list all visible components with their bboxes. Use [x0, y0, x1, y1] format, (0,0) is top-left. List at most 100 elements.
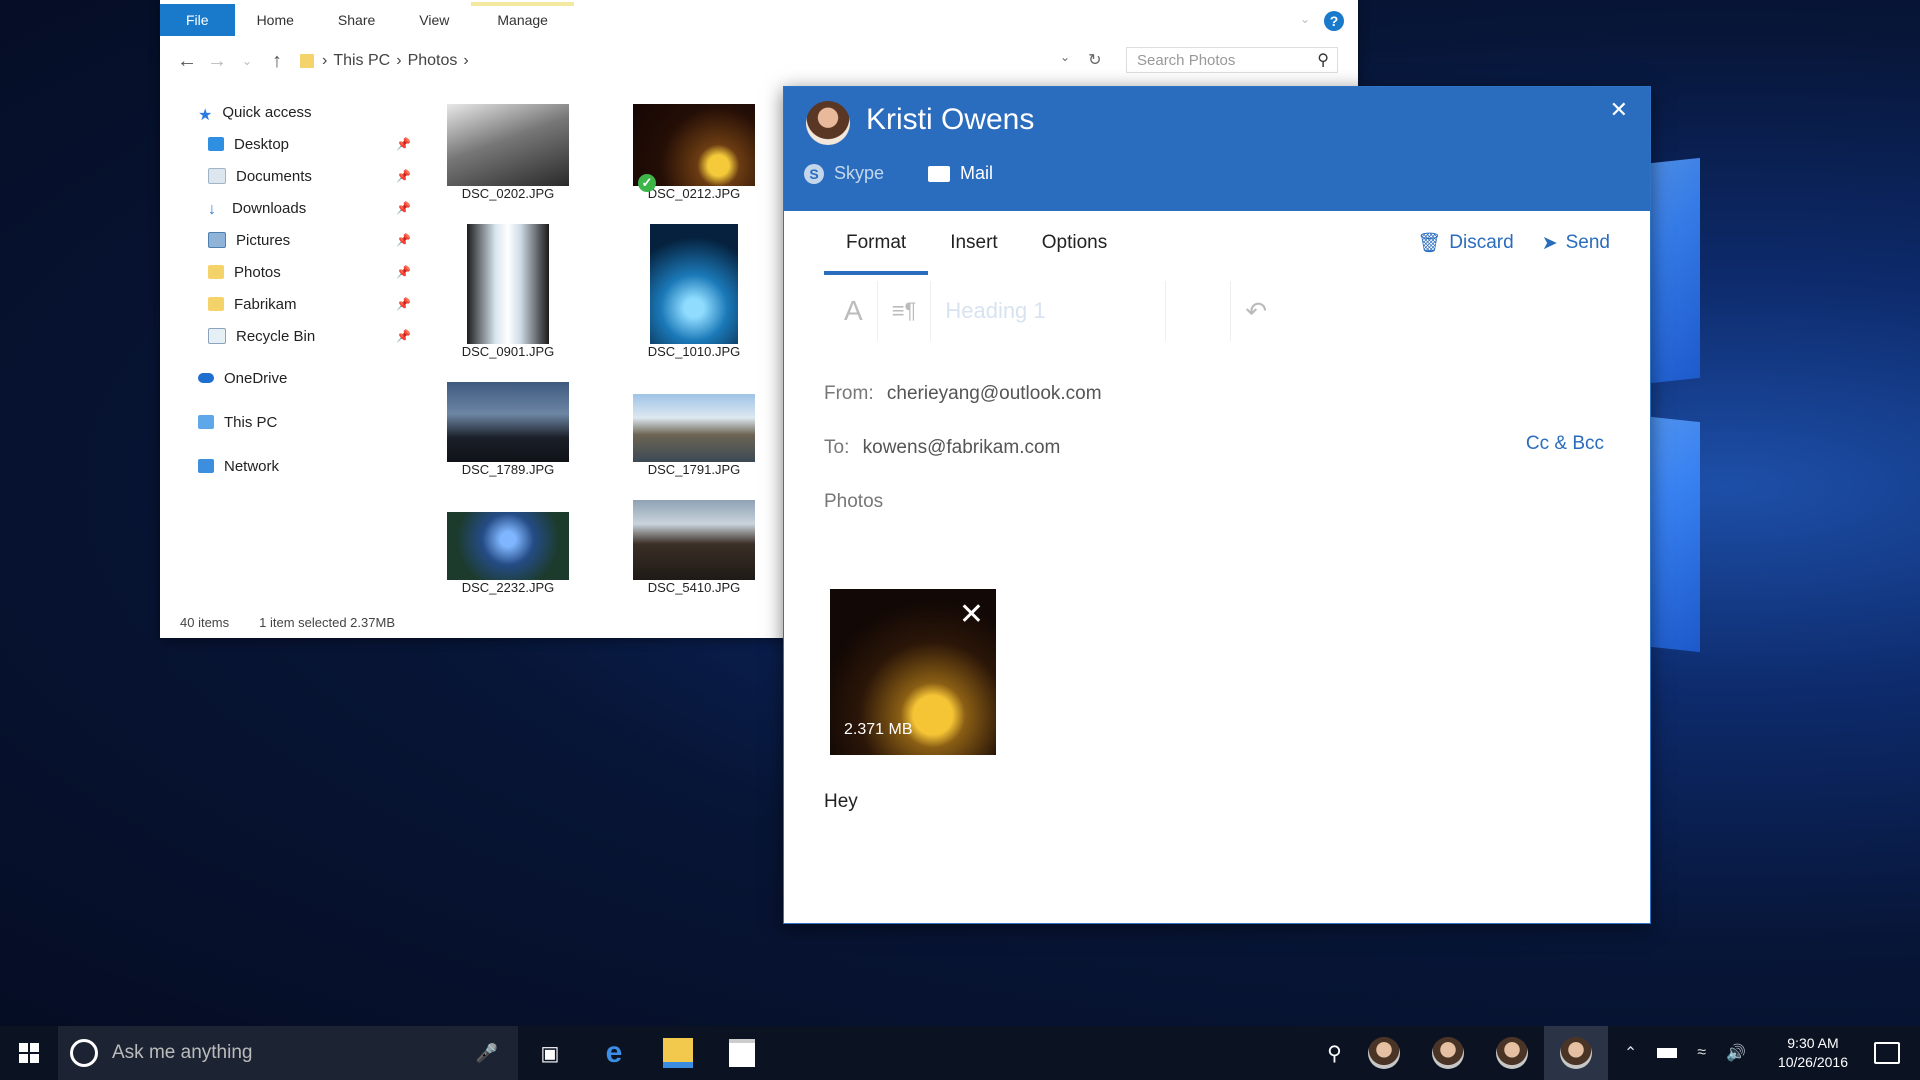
- avatar[interactable]: [1367, 1037, 1400, 1069]
- sidebar-item-fabrikam[interactable]: Fabrikam 📌: [160, 288, 420, 320]
- from-value[interactable]: cherieyang@outlook.com: [887, 383, 1102, 404]
- tab-manage[interactable]: Manage: [471, 2, 574, 38]
- sidebar-item-network[interactable]: Network: [160, 450, 420, 482]
- divider: [930, 281, 932, 341]
- remove-attachment-icon[interactable]: ✕: [959, 597, 984, 632]
- trash-icon: 🗑: [1417, 233, 1442, 254]
- tab-insert[interactable]: Insert: [928, 211, 1020, 275]
- windows-icon: [19, 1043, 39, 1063]
- file-explorer-icon[interactable]: [646, 1026, 710, 1080]
- avatar[interactable]: [1495, 1037, 1528, 1069]
- to-field: To: kowens@fabrikam.com: [824, 437, 1060, 459]
- send-button[interactable]: ➤ Send: [1542, 232, 1610, 255]
- clock[interactable]: 9:30 AM 10/26/2016: [1778, 1034, 1848, 1072]
- file-thumbnail[interactable]: DSC_2232.JPG: [428, 512, 588, 595]
- tab-view[interactable]: View: [397, 4, 471, 36]
- breadcrumb-sep-icon: ›: [322, 52, 328, 69]
- tab-file[interactable]: File: [160, 4, 235, 36]
- avatar: [806, 101, 850, 145]
- search-placeholder: Ask me anything: [112, 1042, 253, 1063]
- task-view-icon[interactable]: ▣: [518, 1026, 582, 1080]
- sidebar-item-documents[interactable]: Documents 📌: [160, 160, 420, 192]
- desktop-icon: [208, 137, 224, 151]
- sidebar-item-recycle-bin[interactable]: Recycle Bin 📌: [160, 320, 420, 352]
- paragraph-icon[interactable]: ≡¶: [892, 298, 917, 324]
- sidebar-item-label: Quick access: [222, 103, 312, 121]
- status-bar: 40 items 1 item selected 2.37MB: [180, 615, 395, 630]
- font-icon[interactable]: A: [844, 295, 863, 327]
- photo-image: [633, 500, 755, 580]
- file-thumbnail[interactable]: DSC_0202.JPG: [428, 104, 588, 201]
- sidebar-item-this-pc[interactable]: This PC: [160, 406, 420, 438]
- cc-bcc-button[interactable]: Cc & Bcc: [1526, 433, 1604, 455]
- avatar[interactable]: [1431, 1037, 1464, 1069]
- ribbon-expand-icon[interactable]: ⌄: [1300, 12, 1310, 26]
- undo-icon[interactable]: ↶: [1245, 296, 1267, 327]
- battery-icon[interactable]: [1657, 1048, 1678, 1058]
- close-icon[interactable]: ✕: [1610, 97, 1628, 123]
- forward-arrow-icon[interactable]: →: [202, 50, 232, 73]
- store-icon[interactable]: [710, 1026, 774, 1080]
- up-arrow-icon[interactable]: ↑: [262, 50, 292, 73]
- action-center-icon[interactable]: [1874, 1042, 1900, 1064]
- pin-icon[interactable]: 📌: [396, 201, 411, 215]
- microphone-icon[interactable]: 🎤: [476, 1043, 498, 1064]
- file-thumbnail[interactable]: ✓ DSC_0212.JPG: [614, 104, 774, 201]
- cloud-icon: [198, 373, 214, 383]
- tab-home[interactable]: Home: [235, 4, 316, 36]
- help-icon[interactable]: ?: [1324, 11, 1344, 31]
- pin-icon[interactable]: 📌: [396, 137, 411, 151]
- pin-icon[interactable]: 📌: [396, 329, 411, 343]
- heading-style-select[interactable]: Heading 1: [945, 298, 1135, 324]
- tab-skype[interactable]: S Skype: [804, 163, 884, 184]
- address-dropdown-icon[interactable]: ⌄: [1060, 50, 1070, 70]
- recent-dropdown-icon[interactable]: ⌄: [232, 54, 262, 68]
- pinned-contact-active[interactable]: [1543, 1026, 1608, 1080]
- sidebar-item-photos[interactable]: Photos 📌: [160, 256, 420, 288]
- tab-options[interactable]: Options: [1020, 211, 1129, 275]
- file-thumbnail[interactable]: DSC_0901.JPG: [428, 224, 588, 359]
- sidebar-item-desktop[interactable]: Desktop 📌: [160, 128, 420, 160]
- sidebar-item-downloads[interactable]: ↓ Downloads 📌: [160, 192, 420, 224]
- subject-field[interactable]: Photos: [824, 491, 883, 513]
- pin-icon[interactable]: 📌: [396, 297, 411, 311]
- message-body[interactable]: Hey: [824, 791, 858, 813]
- attachment-thumbnail[interactable]: ✕ 2.371 MB: [830, 589, 996, 755]
- item-count: 40 items: [180, 615, 230, 630]
- file-thumbnail[interactable]: DSC_1010.JPG: [614, 224, 774, 359]
- tab-share[interactable]: Share: [316, 4, 397, 36]
- pin-icon[interactable]: 📌: [396, 233, 411, 247]
- tab-mail[interactable]: Mail: [928, 163, 993, 184]
- people-icon[interactable]: ⚲: [1327, 1041, 1342, 1066]
- breadcrumb-photos[interactable]: Photos: [408, 52, 458, 70]
- pin-icon[interactable]: 📌: [396, 169, 411, 183]
- breadcrumb-sep-icon: ›: [463, 52, 469, 69]
- pin-icon[interactable]: 📌: [396, 265, 411, 279]
- cortana-search-box[interactable]: Ask me anything 🎤: [58, 1026, 518, 1080]
- volume-icon[interactable]: 🔊: [1726, 1043, 1746, 1063]
- sidebar-item-label: OneDrive: [224, 369, 288, 387]
- contact-tabs: S Skype Mail: [804, 163, 993, 184]
- sidebar-item-pictures[interactable]: Pictures 📌: [160, 224, 420, 256]
- edge-icon[interactable]: e: [582, 1026, 646, 1080]
- wifi-icon[interactable]: ≈: [1697, 1044, 1706, 1062]
- sidebar-item-label: Pictures: [236, 231, 291, 249]
- to-value[interactable]: kowens@fabrikam.com: [863, 437, 1061, 458]
- sidebar-item-quick-access[interactable]: ★ Quick access: [160, 96, 420, 128]
- recycle-bin-icon: [208, 328, 226, 344]
- chevron-up-icon[interactable]: ⌃: [1624, 1043, 1637, 1063]
- sidebar-item-label: Network: [224, 457, 280, 475]
- back-arrow-icon[interactable]: ←: [172, 50, 202, 73]
- file-thumbnail[interactable]: DSC_1791.JPG: [614, 394, 774, 477]
- search-input[interactable]: Search Photos ⚲: [1126, 47, 1338, 73]
- tab-format[interactable]: Format: [824, 211, 929, 275]
- refresh-icon[interactable]: ↻: [1088, 50, 1101, 70]
- sidebar-item-label: Downloads: [232, 199, 307, 217]
- search-icon[interactable]: ⚲: [1317, 48, 1329, 74]
- file-thumbnail[interactable]: DSC_1789.JPG: [428, 382, 588, 477]
- file-thumbnail[interactable]: DSC_5410.JPG: [614, 500, 774, 595]
- sidebar-item-onedrive[interactable]: OneDrive: [160, 362, 420, 394]
- discard-button[interactable]: 🗑 Discard: [1417, 231, 1514, 255]
- breadcrumb-this-pc[interactable]: This PC: [333, 52, 390, 70]
- start-button[interactable]: [0, 1026, 58, 1080]
